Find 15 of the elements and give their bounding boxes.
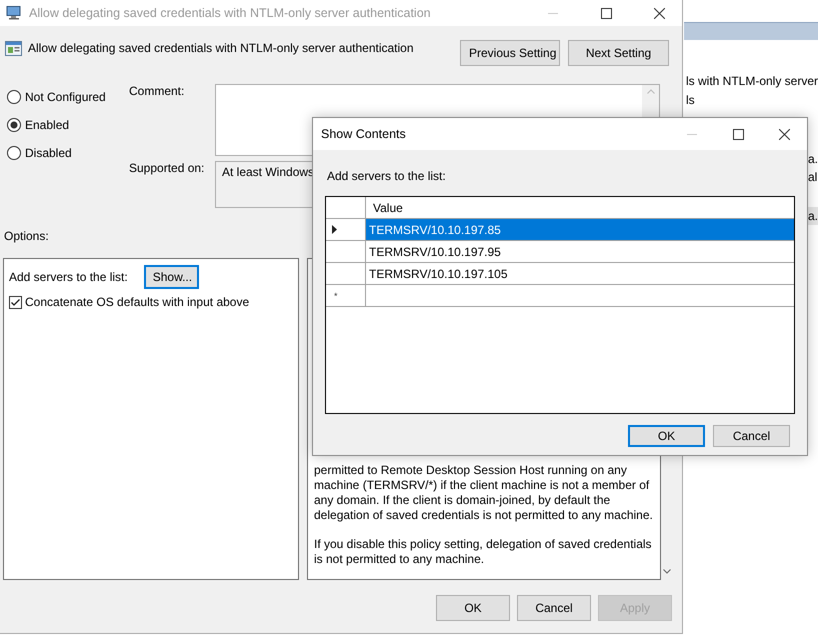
description-text: ls with NTLM-only server [685, 73, 818, 90]
list-label: Add servers to the list: [326, 168, 447, 185]
list-item-text: a.. [807, 151, 818, 168]
help-paragraph: If you disable this policy setting, delegation of saved credentials is not permitted to any machine. [314, 537, 653, 567]
policy-title: Allow delegating saved credentials with NTLM-only server authentication [28, 41, 415, 55]
dialog-title: Show Contents [321, 127, 406, 141]
option-label: Add servers to the list: [9, 270, 128, 284]
help-paragraph: permitted to Remote Desktop Session Host running on any machine (TERMSRV/*) if the client machine is not a member of any domain. If the client is domain-joined, by default the delegation of saved credentials is not permitted to any machine. [314, 463, 654, 523]
description-text: ls [685, 92, 696, 109]
new-row-marker: * [333, 290, 338, 300]
options-label: Options: [4, 229, 49, 245]
comment-label: Comment: [128, 84, 186, 98]
supported-on-label: Supported on: [128, 161, 206, 175]
window-title: Allow delegating saved credentials with NTLM-only server authentication [29, 6, 431, 20]
list-item-text: al [807, 169, 818, 186]
